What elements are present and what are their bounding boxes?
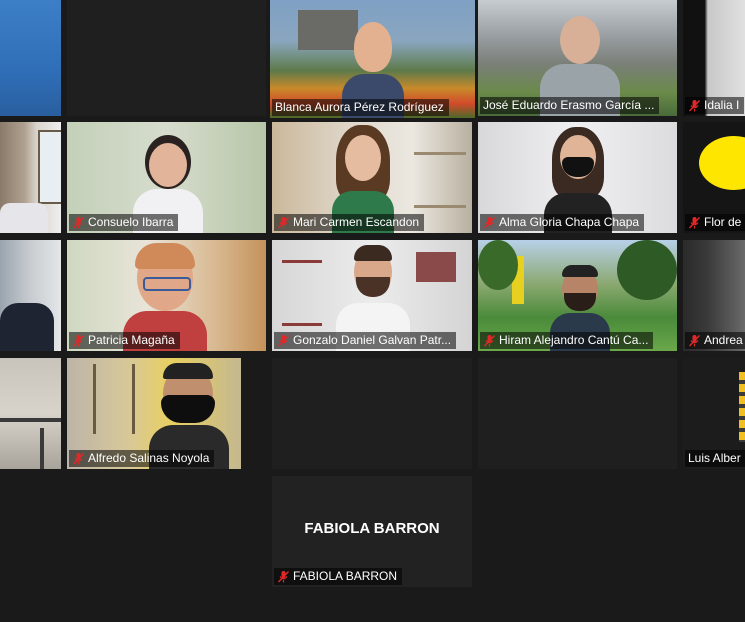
participant-name-label: Hiram Alejandro Cantú Ca... [480,332,654,349]
participant-tile-empty [478,358,677,469]
muted-microphone-icon [277,217,290,229]
profile-circle [699,136,745,190]
participant-tile[interactable]: Patricia Magaña [67,240,266,351]
participant-name-label: Alma Gloria Chapa Chapa [480,214,645,231]
participant-name-label: Idalia I [685,97,745,114]
participant-tile[interactable]: Gonzalo Daniel Galvan Patr... [272,240,472,351]
shelf-shape [416,252,456,282]
participant-tile[interactable]: José Eduardo Erasmo García ... [478,0,677,116]
participant-tile[interactable]: Alfredo Salinas Noyola [67,358,241,469]
muted-microphone-icon [72,335,85,347]
tree-shape [478,240,518,290]
muted-microphone-icon [688,100,701,112]
participant-name: Gonzalo Daniel Galvan Patr... [293,333,452,347]
participant-tile[interactable]: Consuelo Ibarra [67,122,266,233]
participant-tile[interactable] [0,240,61,351]
participant-name: Flor de [704,215,742,229]
participant-tile[interactable]: Alma Gloria Chapa Chapa [478,122,677,233]
muted-microphone-icon [277,335,290,347]
participant-name-label: Andrea [685,332,745,349]
participant-name-label: Consuelo Ibarra [69,214,179,231]
shelf-shape [93,364,135,434]
participant-tile[interactable]: Hiram Alejandro Cantú Ca... [478,240,677,351]
participant-name: Patricia Magaña [88,333,175,347]
participant-tile-empty [67,0,266,116]
participant-name-label: Patricia Magaña [69,332,180,349]
participant-name-label: Mari Carmen Escandon [274,214,425,231]
participant-name: Andrea [704,333,743,347]
window-shape [38,130,61,204]
muted-microphone-icon [688,335,701,347]
participant-tile[interactable]: Luis Alber [683,358,745,469]
muted-microphone-icon [72,453,85,465]
participant-name: Alfredo Salinas Noyola [88,451,210,465]
participant-name: Idalia I [704,98,740,112]
tree-shape [617,240,677,300]
participant-tile-empty [272,358,472,469]
participant-name: Mari Carmen Escandon [293,215,420,229]
muted-microphone-icon [277,571,290,583]
participant-tile-active-speaker[interactable]: Blanca Aurora Pérez Rodríguez [270,0,475,118]
video-feed [0,122,61,233]
participant-name-label: Alfredo Salinas Noyola [69,450,215,467]
participant-tile[interactable]: Idalia I [683,0,745,116]
participant-tile[interactable]: Flor de [683,122,745,233]
participant-name-label: Blanca Aurora Pérez Rodríguez [272,99,449,116]
shelf-shape [414,152,466,208]
participant-tile[interactable] [0,0,61,116]
participant-name: Luis Alber [688,451,741,465]
participant-tile[interactable] [0,358,61,469]
shelf-shape [282,260,322,326]
video-feed [0,0,61,116]
participant-name: Consuelo Ibarra [88,215,174,229]
participant-tile[interactable]: Andrea [683,240,745,351]
video-feed [0,358,61,469]
participant-name: José Eduardo Erasmo García ... [483,98,655,112]
participant-name: Alma Gloria Chapa Chapa [499,215,640,229]
participant-name: FABIOLA BARRON [293,569,398,583]
participant-name-label: Flor de [685,214,745,231]
muted-microphone-icon [72,217,85,229]
participant-tile[interactable] [0,122,61,233]
participant-tile-no-video[interactable]: FABIOLA BARRON FABIOLA BARRON [272,476,472,587]
muted-microphone-icon [688,217,701,229]
participant-avatar-name: FABIOLA BARRON [304,520,440,537]
participant-tile[interactable]: Mari Carmen Escandon [272,122,472,233]
participant-name-label: Luis Alber [685,450,745,467]
muted-microphone-icon [483,217,496,229]
participant-name: Blanca Aurora Pérez Rodríguez [275,100,444,114]
participant-name-label: FABIOLA BARRON [274,568,403,585]
participant-name-label: José Eduardo Erasmo García ... [480,97,660,114]
muted-microphone-icon [483,335,496,347]
video-feed [0,240,61,351]
participant-name-label: Gonzalo Daniel Galvan Patr... [274,332,457,349]
participant-name: Hiram Alejandro Cantú Ca... [499,333,649,347]
